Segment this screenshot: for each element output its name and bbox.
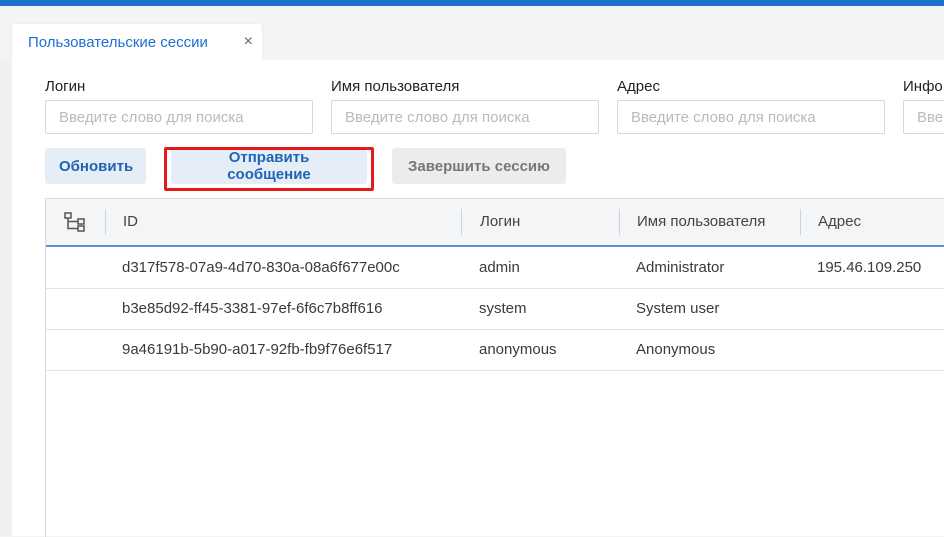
cell-login: anonymous [479,341,557,358]
tree-structure-icon[interactable] [64,212,86,232]
cell-address: 195.46.109.250 [817,259,922,276]
close-icon[interactable]: × [244,33,253,51]
column-header-username[interactable]: Имя пользователя [637,199,765,245]
tab-label: Пользовательские сессии [28,33,208,51]
filter-login: Логин [45,78,313,134]
sessions-grid: ID Логин Имя пользователя Адрес d317f578… [45,198,944,537]
grid-header: ID Логин Имя пользователя Адрес [46,199,944,247]
tab-user-sessions[interactable]: Пользовательские сессии × [12,24,262,60]
filter-address: Адрес [617,78,885,134]
end-session-button[interactable]: Завершить сессию [392,148,566,184]
filter-label-username: Имя пользователя [331,78,460,95]
cell-username: Anonymous [636,341,716,358]
column-separator[interactable] [105,209,106,235]
info-search-input[interactable] [903,100,944,134]
login-search-input[interactable] [45,100,313,134]
column-header-address[interactable]: Адрес [818,199,861,245]
column-header-login[interactable]: Логин [480,199,520,245]
left-gutter [0,60,12,536]
cell-login: admin [479,259,520,276]
cell-id: b3e85d92-ff45-3381-97ef-6f6c7b8ff616 [122,300,383,317]
cell-username: Administrator [636,259,725,276]
cell-username: System user [636,300,720,317]
refresh-button[interactable]: Обновить [45,148,146,184]
filter-label-address: Адрес [617,78,660,95]
table-row[interactable]: 9a46191b-5b90-a017-92fb-fb9f76e6f517 ano… [46,330,944,371]
filter-info: Инфо [903,78,944,134]
address-search-input[interactable] [617,100,885,134]
table-row[interactable]: b3e85d92-ff45-3381-97ef-6f6c7b8ff616 sys… [46,289,944,330]
send-message-button[interactable]: Отправить сообщение [171,148,367,184]
column-separator[interactable] [800,209,801,235]
cell-login: system [479,300,527,317]
column-separator[interactable] [619,209,620,235]
filter-username: Имя пользователя [331,78,599,134]
column-separator[interactable] [461,209,462,235]
table-row[interactable]: d317f578-07a9-4d70-830a-08a6f677e00c adm… [46,248,944,289]
filter-label-login: Логин [45,78,86,95]
filter-label-info: Инфо [903,78,943,95]
cell-id: d317f578-07a9-4d70-830a-08a6f677e00c [122,259,400,276]
cell-id: 9a46191b-5b90-a017-92fb-fb9f76e6f517 [122,341,393,358]
tab-strip: Пользовательские сессии × [0,6,944,60]
username-search-input[interactable] [331,100,599,134]
sessions-panel: Логин Имя пользователя Адрес Инфо Обнови… [12,60,944,537]
column-header-id[interactable]: ID [123,199,138,245]
